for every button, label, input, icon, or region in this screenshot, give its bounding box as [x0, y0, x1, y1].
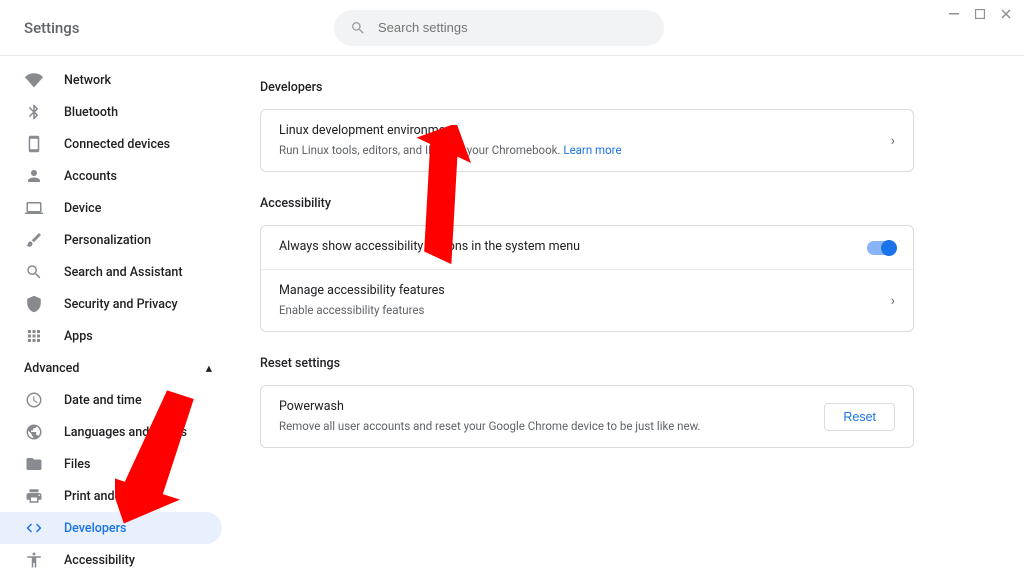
code-icon	[24, 518, 44, 538]
search-icon	[24, 262, 44, 282]
clock-icon	[24, 390, 44, 410]
sidebar-item-developers[interactable]: Developers	[0, 512, 222, 544]
sidebar-item-search-assistant[interactable]: Search and Assistant	[0, 256, 222, 288]
row-subtitle: Enable accessibility features	[279, 302, 883, 319]
chevron-up-icon: ▴	[206, 360, 212, 376]
sidebar-item-label: Languages and inputs	[64, 425, 187, 440]
sidebar-item-accounts[interactable]: Accounts	[0, 160, 222, 192]
sidebar-item-date-time[interactable]: Date and time	[0, 384, 222, 416]
sidebar-item-label: Search and Assistant	[64, 265, 183, 280]
sidebar-item-label: Accessibility	[64, 553, 135, 568]
sidebar-item-connected-devices[interactable]: Connected devices	[0, 128, 222, 160]
sidebar-item-label: Developers	[64, 521, 126, 536]
folder-icon	[24, 454, 44, 474]
search-input[interactable]	[378, 20, 648, 35]
shield-icon	[24, 294, 44, 314]
row-subtitle: Remove all user accounts and reset your …	[279, 418, 824, 435]
laptop-icon	[24, 198, 44, 218]
developers-card: Linux development environment Run Linux …	[260, 109, 914, 172]
maximize-icon[interactable]	[974, 8, 986, 20]
sidebar-item-label: Security and Privacy	[64, 297, 178, 312]
row-title: Linux development environment	[279, 122, 883, 141]
sidebar-item-print-scan[interactable]: Print and scan	[0, 480, 222, 512]
apps-icon	[24, 326, 44, 346]
sidebar-item-label: Bluetooth	[64, 105, 118, 120]
devices-icon	[24, 134, 44, 154]
sidebar-item-label: Date and time	[64, 393, 142, 408]
reset-button[interactable]: Reset	[824, 403, 895, 431]
sidebar-item-network[interactable]: Network	[0, 64, 222, 96]
window-controls	[948, 8, 1012, 20]
sidebar-item-personalization[interactable]: Personalization	[0, 224, 222, 256]
sidebar-item-label: Accounts	[64, 169, 117, 184]
linux-dev-row[interactable]: Linux development environment Run Linux …	[261, 110, 913, 171]
sidebar-item-label: Connected devices	[64, 137, 170, 152]
chevron-right-icon: ›	[883, 133, 895, 149]
sidebar-item-accessibility[interactable]: Accessibility	[0, 544, 222, 576]
sidebar-item-apps[interactable]: Apps	[0, 320, 222, 352]
header: Settings	[0, 0, 1024, 56]
bluetooth-icon	[24, 102, 44, 122]
wifi-icon	[24, 70, 44, 90]
sidebar-item-bluetooth[interactable]: Bluetooth	[0, 96, 222, 128]
row-title: Always show accessibility options in the…	[279, 238, 867, 257]
minimize-icon[interactable]	[948, 8, 960, 20]
learn-more-link[interactable]: Learn more	[563, 143, 621, 157]
sidebar-advanced-header[interactable]: Advanced ▴	[0, 352, 236, 384]
sidebar-item-label: Apps	[64, 329, 93, 344]
reset-card: Powerwash Remove all user accounts and r…	[260, 385, 914, 448]
globe-icon	[24, 422, 44, 442]
main-content: Developers Linux development environment…	[236, 56, 1024, 576]
row-title: Powerwash	[279, 398, 824, 417]
manage-a11y-row[interactable]: Manage accessibility features Enable acc…	[261, 270, 913, 331]
section-title-reset: Reset settings	[260, 356, 914, 371]
sidebar-item-label: Files	[64, 457, 90, 472]
sidebar-item-device[interactable]: Device	[0, 192, 222, 224]
row-subtitle: Run Linux tools, editors, and IDEs on yo…	[279, 142, 883, 159]
page-title: Settings	[24, 19, 324, 37]
sidebar-item-label: Device	[64, 201, 101, 216]
chevron-right-icon: ›	[883, 293, 895, 309]
close-icon[interactable]	[1000, 8, 1012, 20]
accessibility-card: Always show accessibility options in the…	[260, 225, 914, 332]
sidebar-item-security-privacy[interactable]: Security and Privacy	[0, 288, 222, 320]
sidebar: Network Bluetooth Connected devices Acco…	[0, 56, 236, 576]
sidebar-item-label: Network	[64, 73, 111, 88]
printer-icon	[24, 486, 44, 506]
sidebar-item-files[interactable]: Files	[0, 448, 222, 480]
toggle-switch[interactable]	[867, 241, 895, 255]
search-icon	[350, 20, 366, 36]
sidebar-advanced-label: Advanced	[24, 361, 79, 376]
person-icon	[24, 166, 44, 186]
section-title-developers: Developers	[260, 80, 914, 95]
sidebar-item-languages[interactable]: Languages and inputs	[0, 416, 222, 448]
row-title: Manage accessibility features	[279, 282, 883, 301]
powerwash-row: Powerwash Remove all user accounts and r…	[261, 386, 913, 447]
section-title-accessibility: Accessibility	[260, 196, 914, 211]
sidebar-item-label: Print and scan	[64, 489, 144, 504]
sidebar-item-label: Personalization	[64, 233, 151, 248]
always-show-a11y-row[interactable]: Always show accessibility options in the…	[261, 226, 913, 270]
accessibility-icon	[24, 550, 44, 570]
search-bar[interactable]	[334, 10, 664, 46]
brush-icon	[24, 230, 44, 250]
